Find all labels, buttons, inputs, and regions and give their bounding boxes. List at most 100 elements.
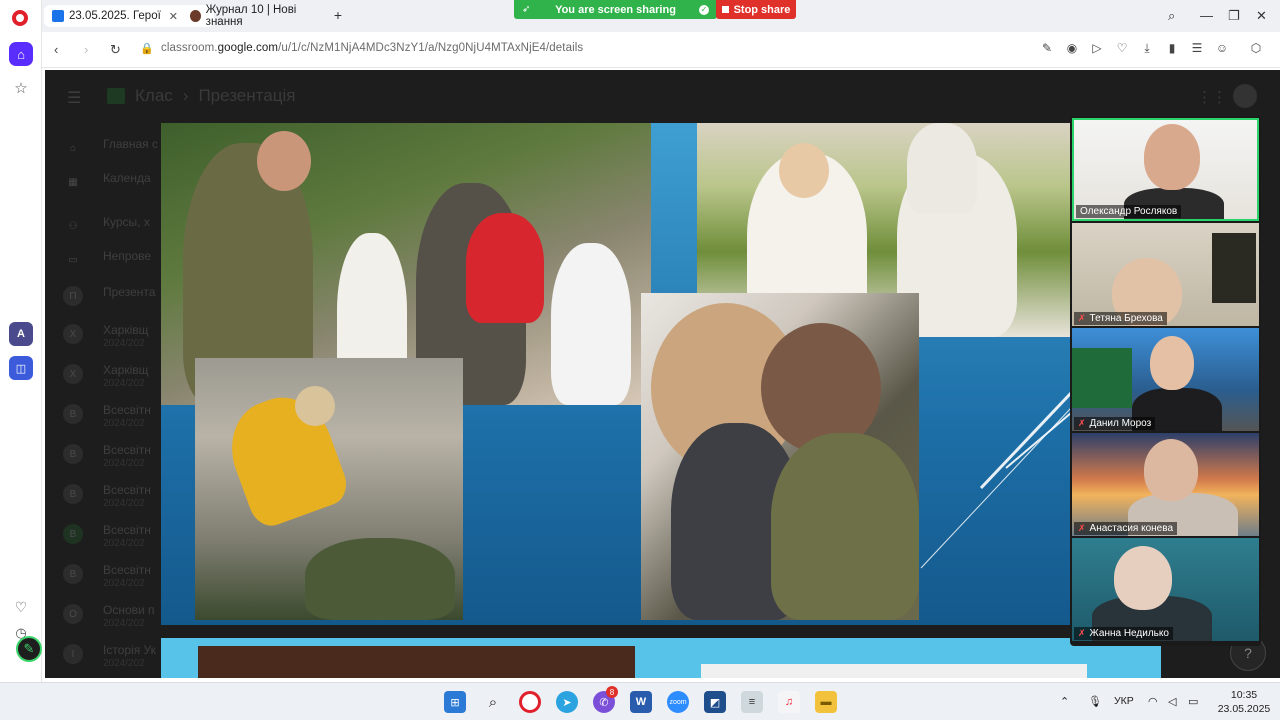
- nav-item-course[interactable]: Х Харківщ 2024/202: [45, 356, 165, 396]
- language-indicator[interactable]: УКР: [1114, 695, 1134, 707]
- screen-sharing-banner[interactable]: ➶ You are screen sharing ✓: [514, 0, 717, 19]
- folder-icon: ▭: [68, 254, 78, 266]
- classroom-favicon-icon: [52, 10, 64, 22]
- nav-item-unchecked[interactable]: ▭ Непрове: [45, 242, 165, 278]
- play-icon[interactable]: ▷: [1089, 41, 1105, 55]
- restore-icon[interactable]: ❐: [1228, 8, 1240, 24]
- battery-icon[interactable]: ▭: [1188, 695, 1198, 708]
- chevron-up-icon[interactable]: ⌃: [1060, 695, 1069, 708]
- avatar[interactable]: [1233, 84, 1257, 108]
- nav-item-course[interactable]: В Всесвітн 2024/202: [45, 516, 165, 556]
- extensions-cube-icon[interactable]: ⬡: [1248, 41, 1264, 55]
- breadcrumb: Клас › Презентація: [135, 86, 295, 106]
- baby-figure: [466, 213, 544, 323]
- classroom-logo-icon[interactable]: [107, 88, 125, 104]
- participant-tile[interactable]: ✗ Данил Мороз: [1072, 328, 1259, 431]
- download-icon[interactable]: ⤓: [1139, 41, 1155, 56]
- nav-item-course[interactable]: В Всесвітн 2024/202: [45, 396, 165, 436]
- microphone-icon[interactable]: 🎙: [1088, 695, 1102, 708]
- next-slide-photo: [701, 664, 1087, 678]
- back-icon[interactable]: ‹: [54, 42, 58, 57]
- battery-icon[interactable]: ▮: [1164, 41, 1180, 55]
- opera-logo-icon[interactable]: [12, 10, 28, 26]
- telegram-icon[interactable]: ➤: [556, 691, 578, 713]
- participant-face: [1150, 336, 1194, 390]
- reload-icon[interactable]: ↻: [110, 42, 121, 58]
- nav-item-course[interactable]: І Історія Ук 2024/202: [45, 636, 165, 676]
- close-window-icon[interactable]: ✕: [1256, 8, 1267, 24]
- mic-off-icon: ✗: [1078, 523, 1086, 533]
- background-truck: [1072, 348, 1132, 408]
- presentation-slide: [161, 123, 1071, 625]
- search-tabs-icon[interactable]: ⌕: [1168, 8, 1175, 24]
- participant-tile[interactable]: ✗ Жанна Недилько: [1072, 538, 1259, 641]
- tab-journal[interactable]: Журнал 10 | Нові знання: [182, 4, 330, 28]
- nav-item-course[interactable]: О Основи п 2024/202: [45, 596, 165, 636]
- pin-icon[interactable]: ☆: [9, 76, 33, 100]
- nav-item-course[interactable]: В Всесвітн 2024/202: [45, 436, 165, 476]
- word-icon[interactable]: W: [630, 691, 652, 713]
- minimize-icon[interactable]: —: [1200, 8, 1213, 23]
- nav-item-courses[interactable]: ⚇ Курсы, х: [45, 208, 165, 242]
- opera-sidebar: ⌂ ☆ A ◫ ♡ ◷ ✎: [0, 0, 42, 682]
- course-letter-icon: В: [63, 564, 83, 584]
- nav-item-home[interactable]: ⌂ Главная с: [45, 130, 165, 164]
- nav-label: Харківщ: [103, 363, 149, 377]
- assistant-icon[interactable]: ◫: [9, 356, 33, 380]
- nav-sub: 2024/202: [103, 498, 145, 509]
- close-icon[interactable]: ✕: [169, 10, 178, 23]
- breadcrumb-class[interactable]: Клас: [135, 86, 173, 105]
- nav-item-course[interactable]: В Всесвітн 2024/202: [45, 476, 165, 516]
- stop-share-button[interactable]: Stop share: [716, 0, 796, 19]
- clock-date: 23.05.2025: [1217, 703, 1271, 715]
- windows-taskbar: ⊞ ⌕ ➤ ✆ W zoom ◩ ≡ ♫ ▬ ⌃ 🎙 УКР ◠ ◁ ▭ 10:…: [0, 682, 1280, 720]
- zoom-icon[interactable]: zoom: [667, 691, 689, 713]
- lock-icon[interactable]: 🔒: [140, 42, 154, 55]
- heart-icon[interactable]: ♡: [1114, 41, 1130, 55]
- wifi-icon[interactable]: ◠: [1148, 695, 1158, 708]
- heart-icon[interactable]: ♡: [9, 595, 33, 619]
- nav-item-course[interactable]: В Всесвітн 2024/202: [45, 556, 165, 596]
- next-slide-preview: [161, 638, 1161, 678]
- profile-icon[interactable]: ☺: [1214, 41, 1230, 55]
- new-tab-plus-icon[interactable]: +: [330, 8, 346, 24]
- participant-name-label: ✗ Анастасия конева: [1074, 522, 1178, 535]
- edit-icon[interactable]: ✎: [1039, 41, 1055, 55]
- search-icon[interactable]: ⌕: [482, 691, 504, 713]
- classroom-nav: ⌂ Главная с ▦ Календа ⚇ Курсы, х ▭ Непро…: [45, 130, 165, 676]
- nav-label: Всесвітн: [103, 563, 151, 577]
- remote-desktop-icon[interactable]: ◩: [704, 691, 726, 713]
- participant-face: [1114, 546, 1172, 610]
- photo-girl-thrown: [195, 358, 463, 620]
- music-icon[interactable]: ♫: [778, 691, 800, 713]
- home-icon[interactable]: ⌂: [9, 42, 33, 66]
- mic-off-icon: ✗: [1078, 313, 1086, 323]
- nav-item-course[interactable]: Х Харківщ 2024/202: [45, 316, 165, 356]
- nav-item-calendar[interactable]: ▦ Календа: [45, 164, 165, 208]
- nav-item-course[interactable]: П Презента: [45, 278, 165, 316]
- taskbar-clock[interactable]: 10:35 23.05.2025: [1216, 688, 1272, 716]
- aria-ai-icon[interactable]: A: [9, 322, 33, 346]
- easy-setup-icon[interactable]: ☰: [1189, 41, 1205, 55]
- annotate-pencil-icon[interactable]: ✎: [16, 636, 42, 662]
- speaker-icon[interactable]: ◁: [1168, 695, 1176, 708]
- course-letter-icon: І: [63, 644, 83, 664]
- participant-tile[interactable]: ✗ Анастасия конева: [1072, 433, 1259, 536]
- file-explorer-icon[interactable]: ▬: [815, 691, 837, 713]
- url-field[interactable]: classroom.google.com/u/1/c/NzM1NjA4MDc3N…: [161, 42, 583, 54]
- notepad-icon[interactable]: ≡: [741, 691, 763, 713]
- course-letter-icon: В: [63, 404, 83, 424]
- share-feather-icon: ➶: [522, 4, 531, 15]
- breadcrumb-page: Презентація: [198, 86, 296, 105]
- apps-grid-icon[interactable]: ⋮⋮: [1197, 88, 1227, 106]
- camera-icon[interactable]: ◉: [1064, 41, 1080, 55]
- nav-sub: 2024/202: [103, 538, 145, 549]
- opera-app-icon[interactable]: [519, 691, 541, 713]
- journal-favicon-icon: [190, 10, 201, 22]
- menu-icon[interactable]: ☰: [67, 88, 81, 108]
- start-windows-icon[interactable]: ⊞: [444, 691, 466, 713]
- forward-icon[interactable]: ›: [84, 42, 88, 57]
- participant-tile[interactable]: ✗ Тетяна Брехова: [1072, 223, 1259, 326]
- participant-tile[interactable]: Олександр Росляков: [1072, 118, 1259, 221]
- stop-share-label: Stop share: [733, 3, 791, 16]
